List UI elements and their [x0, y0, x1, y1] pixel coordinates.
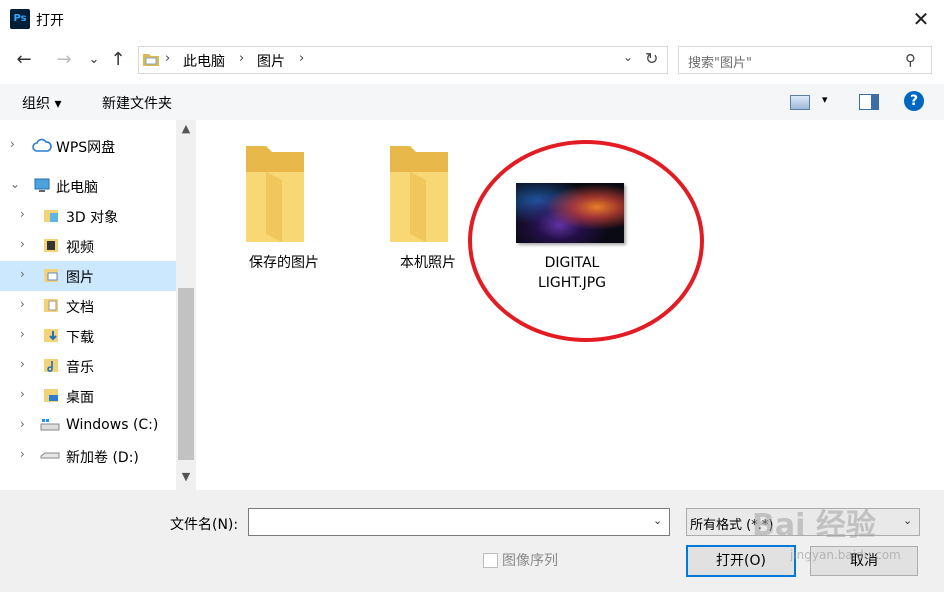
- chevron-right-icon: ›: [20, 357, 25, 371]
- sidebar-item-label: 下载: [66, 330, 94, 346]
- sidebar-item-drive-d[interactable]: › 新加卷 (D:): [0, 441, 176, 471]
- address-bar[interactable]: › 此电脑 › 图片 › ⌄ ↻: [138, 46, 668, 74]
- sidebar-item-documents[interactable]: › 文档: [0, 291, 176, 321]
- filename-input[interactable]: ⌄: [248, 508, 670, 536]
- chevron-right-icon: ›: [20, 417, 25, 431]
- breadcrumb-separator: ›: [165, 51, 171, 66]
- chevron-down-icon: ⌄: [88, 52, 100, 67]
- highlight-circle-annotation: [468, 140, 704, 342]
- sidebar-item-this-pc[interactable]: ⌄ 此电脑: [0, 171, 176, 201]
- sidebar-item-wps-cloud[interactable]: › WPS网盘: [0, 131, 176, 161]
- sidebar-item-music[interactable]: › 音乐: [0, 351, 176, 381]
- folder-icon: [246, 146, 304, 242]
- search-input[interactable]: 搜索"图片" ⚲: [678, 46, 932, 74]
- refresh-icon[interactable]: ↻: [645, 49, 658, 68]
- new-folder-button[interactable]: 新建文件夹: [102, 93, 172, 113]
- search-placeholder: 搜索"图片": [688, 56, 752, 71]
- desktop-folder-icon: [44, 389, 58, 402]
- recent-locations-button[interactable]: ⌄: [82, 46, 106, 74]
- sidebar-item-label: 新加卷 (D:): [66, 450, 139, 466]
- documents-folder-icon: [44, 299, 58, 312]
- sidebar-item-desktop[interactable]: › 桌面: [0, 381, 176, 411]
- scroll-down-arrow-icon[interactable]: ▼: [176, 470, 196, 483]
- drive-c-icon: [40, 419, 60, 431]
- sidebar-item-label: 文档: [66, 300, 94, 316]
- organize-menu[interactable]: 组织 ▾: [22, 93, 61, 113]
- filename-dropdown-icon[interactable]: ⌄: [653, 514, 662, 527]
- breadcrumb-separator[interactable]: ›: [299, 51, 304, 66]
- change-view-icon[interactable]: [790, 95, 810, 110]
- sidebar-item-drive-c[interactable]: › Windows (C:): [0, 411, 176, 441]
- forward-button[interactable]: →: [52, 46, 76, 74]
- window-title: 打开: [36, 13, 64, 29]
- scroll-thumb[interactable]: [178, 288, 194, 460]
- pictures-folder-icon: [143, 54, 159, 66]
- filetype-dropdown-icon: ⌄: [903, 514, 913, 527]
- drive-d-icon: [40, 452, 60, 459]
- chevron-right-icon: ›: [20, 387, 25, 401]
- view-options-dropdown[interactable]: ▾: [822, 93, 828, 106]
- forward-arrow-icon: →: [56, 49, 72, 70]
- sidebar-item-label: WPS网盘: [56, 140, 116, 156]
- scroll-up-arrow-icon[interactable]: ▲: [176, 122, 196, 135]
- help-icon[interactable]: ?: [904, 91, 924, 111]
- image-sequence-checkbox[interactable]: [483, 553, 498, 568]
- folder-icon: [390, 146, 448, 242]
- open-button[interactable]: 打开(O): [686, 545, 796, 577]
- sidebar-item-label: 音乐: [66, 360, 94, 376]
- photoshop-app-icon: Ps: [10, 9, 30, 29]
- pictures-folder-icon: [44, 269, 58, 282]
- chevron-right-icon: ›: [20, 267, 25, 281]
- baidu-watermark-url: jingyan.baidu.com: [790, 548, 901, 562]
- sidebar-item-3d-objects[interactable]: › 3D 对象: [0, 201, 176, 231]
- baidu-watermark-logo: Bai 经验: [752, 508, 876, 543]
- chevron-right-icon: ›: [20, 447, 25, 461]
- music-folder-icon: [44, 359, 58, 372]
- chevron-right-icon: ›: [20, 327, 25, 341]
- chevron-right-icon: ›: [20, 207, 25, 221]
- chevron-right-icon: ›: [20, 237, 25, 251]
- up-arrow-icon: ↑: [110, 49, 126, 70]
- breadcrumb-pictures[interactable]: 图片: [257, 51, 285, 71]
- chevron-right-icon: ›: [10, 137, 15, 151]
- sidebar-item-label: 图片: [66, 270, 94, 286]
- sidebar-item-label: 视频: [66, 240, 94, 256]
- back-button[interactable]: ←: [12, 46, 36, 74]
- image-sequence-label: 图像序列: [502, 553, 558, 569]
- sidebar-item-label: 3D 对象: [66, 210, 119, 226]
- close-button[interactable]: ✕: [904, 4, 938, 34]
- command-bar: 组织 ▾ 新建文件夹 ▾ ?: [0, 84, 944, 120]
- navigation-pane: › WPS网盘 ⌄ 此电脑 › 3D 对象 › 视频 › 图片 › 文档 › 下…: [0, 120, 196, 490]
- address-dropdown-icon[interactable]: ⌄: [623, 50, 633, 64]
- breadcrumb-this-pc[interactable]: 此电脑: [183, 51, 225, 71]
- sidebar-item-label: 此电脑: [56, 180, 98, 196]
- folder-item-camera-roll[interactable]: 本机照片: [376, 253, 480, 273]
- cloud-icon: [32, 138, 52, 152]
- chevron-down-icon: ⌄: [10, 177, 21, 191]
- preview-pane-icon[interactable]: [859, 94, 879, 110]
- filename-label: 文件名(N):: [170, 517, 239, 533]
- search-icon[interactable]: ⚲: [905, 51, 916, 69]
- folder-item-saved-pictures[interactable]: 保存的图片: [232, 253, 336, 273]
- downloads-folder-icon: [44, 329, 58, 342]
- title-bar: Ps 打开 ✕: [0, 0, 944, 38]
- sidebar-item-videos[interactable]: › 视频: [0, 231, 176, 261]
- breadcrumb-separator: ›: [239, 51, 245, 66]
- sidebar-item-pictures[interactable]: › 图片: [0, 261, 176, 291]
- nav-scrollbar[interactable]: ▲ ▼: [176, 120, 196, 490]
- back-arrow-icon: ←: [16, 49, 32, 70]
- close-icon: ✕: [912, 7, 930, 31]
- 3d-objects-icon: [44, 210, 58, 222]
- sidebar-item-label: Windows (C:): [66, 417, 159, 433]
- up-button[interactable]: ↑: [106, 46, 130, 74]
- computer-icon: [34, 178, 50, 192]
- video-folder-icon: [44, 239, 58, 252]
- sidebar-item-label: 桌面: [66, 390, 94, 406]
- sidebar-item-downloads[interactable]: › 下载: [0, 321, 176, 351]
- chevron-right-icon: ›: [20, 297, 25, 311]
